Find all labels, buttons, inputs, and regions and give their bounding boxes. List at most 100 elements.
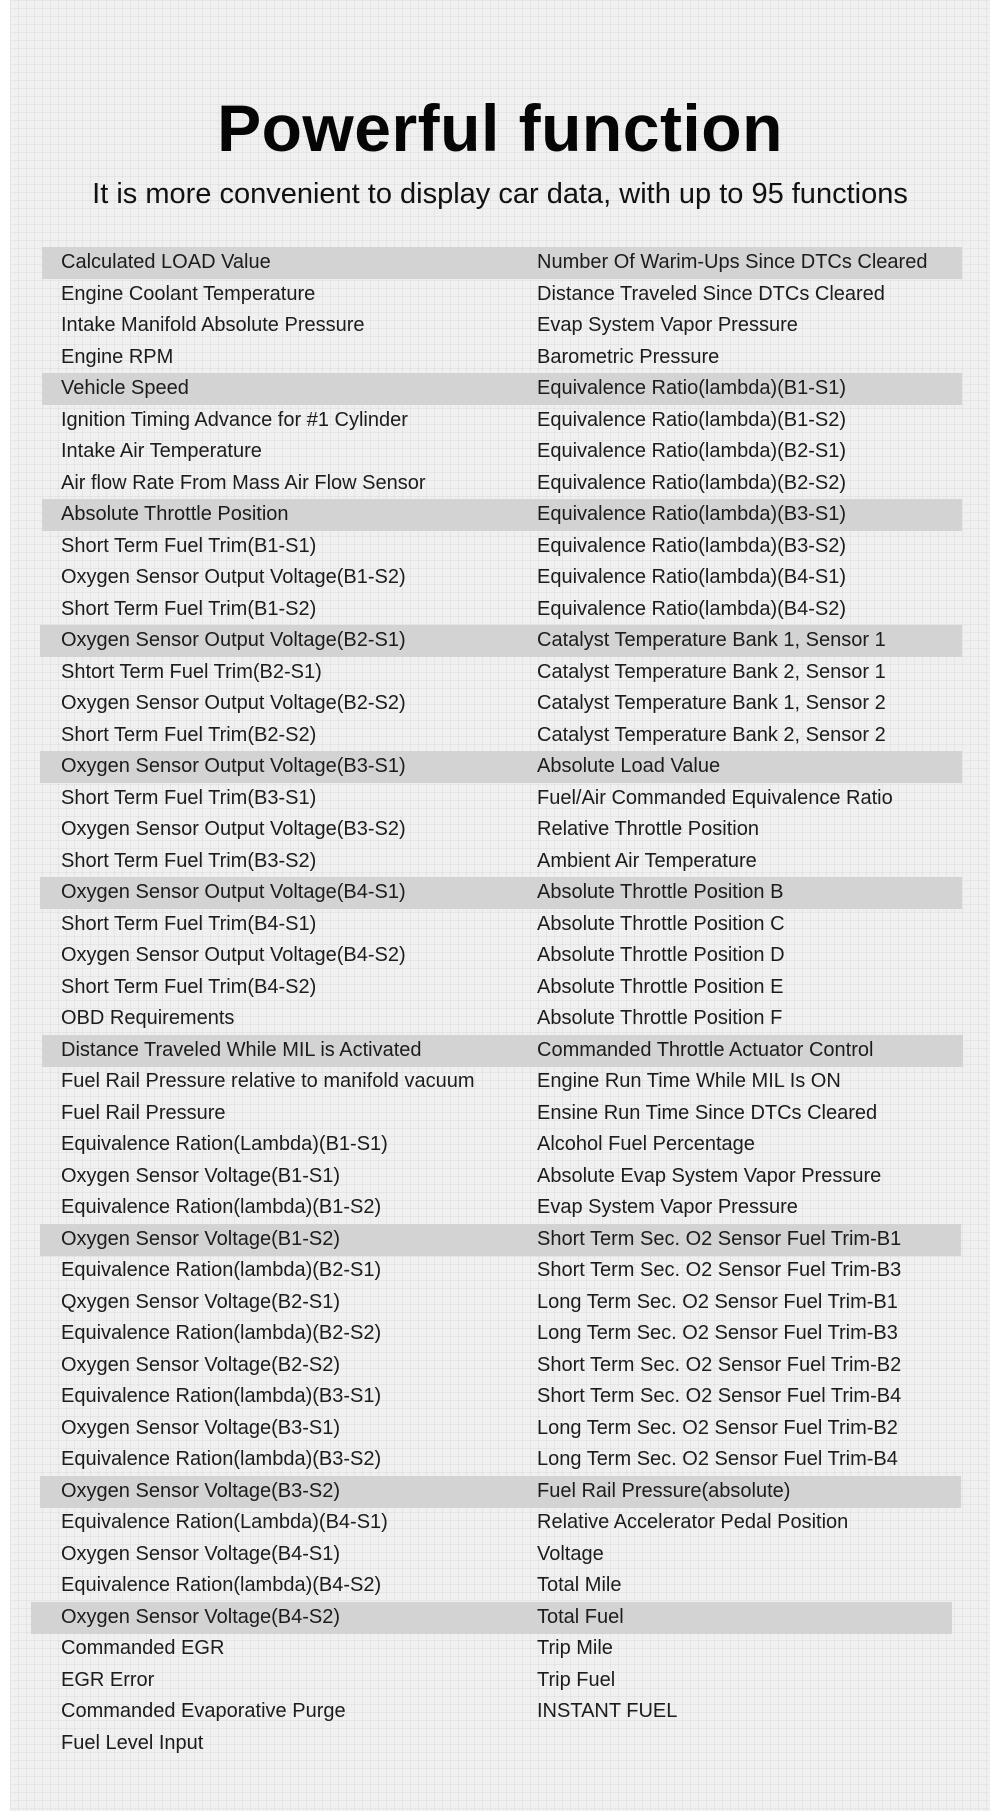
function-item-left: Equivalence Ration(lambda)(B1-S2)	[61, 1196, 382, 1218]
function-item-left: Qxygen Sensor Voltage(B2-S1)	[61, 1290, 341, 1313]
function-item-left: Oxygen Sensor Voltage(B4-S1)	[61, 1542, 341, 1565]
table-row-highlighted: Calculated LOAD Value Number Of Warim-Ups…	[0, 247, 1000, 279]
table-row-highlighted: Oxygen Sensor Voltage(B4-S2) Total Fuel	[0, 1601, 1000, 1634]
function-item-right: Absolute Throttle Position C	[537, 912, 785, 935]
table-row-highlighted: Oxygen Sensor Output Voltage(B4-S1) Absol…	[0, 877, 1000, 909]
table-row: Short Term Fuel Trim(B1-S2) Equivalence R…	[0, 594, 1000, 626]
table-row: Short Term Fuel Trim(B4-S1) Absolute Thro…	[0, 909, 1000, 941]
function-item-right: Equivalence Ratio(lambda)(B4-S2)	[537, 597, 847, 620]
function-item-left: Shtort Term Fuel Trim(B2-S1)	[61, 660, 322, 683]
table-row: Short Term Fuel Trim(B1-S1) Equivalence R…	[0, 531, 1000, 563]
function-item-right: Equivalence Ratio(lambda)(B3-S2)	[537, 534, 847, 557]
function-item-right: Short Term Sec. O2 Sensor Fuel Trim-B2	[537, 1353, 902, 1376]
function-item-left: Oxygen Sensor Voltage(B3-S2)	[61, 1479, 341, 1502]
table-row: Equivalence Ration(lambda)(B4-S2) Total M…	[0, 1570, 1000, 1602]
function-item-right: Absolute Throttle Position E	[537, 975, 784, 998]
function-item-right: Long Term Sec. O2 Sensor Fuel Trim-B2	[537, 1416, 898, 1439]
function-item-left: Oxygen Sensor Voltage(B1-S2)	[61, 1227, 341, 1250]
function-item-left: Short Term Fuel Trim(B3-S2)	[61, 849, 317, 872]
function-item-left: Calculated LOAD Value	[61, 251, 271, 273]
function-item-left: Fuel Level Input	[61, 1731, 204, 1754]
function-item-right: Engine Run Time While MIL Is ON	[537, 1070, 841, 1092]
table-row: Qxygen Sensor Voltage(B2-S1) Long Term Se…	[0, 1287, 1000, 1319]
function-item-right: Trip Fuel	[537, 1668, 616, 1691]
table-row: Short Term Fuel Trim(B2-S2) Catalyst Temp…	[0, 720, 1000, 752]
function-item-left: Equivalence Ration(lambda)(B2-S2)	[61, 1322, 382, 1344]
table-row-highlighted: Vehicle Speed Equivalence Ratio(lambda)(B…	[0, 373, 1000, 405]
function-item-right: Equivalence Ratio(lambda)(B1-S2)	[537, 408, 847, 431]
table-row: Oxygen Sensor Voltage(B1-S1) Absolute Eva…	[0, 1161, 1000, 1193]
function-item-right: Equivalence Ratio(lambda)(B2-S2)	[537, 471, 847, 494]
function-item-right: Long Term Sec. O2 Sensor Fuel Trim-B3	[537, 1322, 898, 1344]
function-item-left: Oxygen Sensor Voltage(B3-S1)	[61, 1416, 341, 1439]
function-item-right: Number Of Warim-Ups Since DTCs Cleared	[537, 251, 928, 273]
function-item-left: Oxygen Sensor Output Voltage(B2-S2)	[61, 692, 406, 714]
function-item-left: Equivalence Ration(Lambda)(B4-S1)	[61, 1511, 388, 1533]
function-list-table: Calculated LOAD Value Number Of Warim-Ups…	[0, 247, 1000, 1759]
table-row-highlighted: Absolute Throttle Position Equivalence Ra…	[0, 499, 1000, 531]
function-item-left: Short Term Fuel Trim(B2-S2)	[61, 723, 317, 746]
table-row: Fuel Rail Pressure Ensine Run Time Since …	[0, 1098, 1000, 1130]
function-item-right: Equivalence Ratio(lambda)(B3-S1)	[537, 503, 847, 525]
function-item-left: Short Term Fuel Trim(B1-S2)	[61, 597, 317, 620]
function-item-right: Absolute Evap System Vapor Pressure	[537, 1164, 882, 1187]
function-item-left: Intake Air Temperature	[61, 440, 262, 462]
table-row: Oxygen Sensor Voltage(B4-S1) Voltage	[0, 1539, 1000, 1571]
function-item-right: Total Fuel	[537, 1605, 624, 1628]
function-item-left: Short Term Fuel Trim(B3-S1)	[61, 786, 317, 809]
function-item-left: Absolute Throttle Position	[61, 503, 289, 525]
table-row: Intake Manifold Absolute Pressure Evap Sy…	[0, 310, 1000, 342]
function-item-left: Ignition Timing Advance for #1 Cylinder	[61, 408, 408, 431]
function-item-left: Air flow Rate From Mass Air Flow Sensor	[61, 471, 426, 494]
table-row: Shtort Term Fuel Trim(B2-S1) Catalyst Tem…	[0, 657, 1000, 689]
function-item-left: Equivalence Ration(lambda)(B2-S1)	[61, 1259, 382, 1281]
table-row: Oxygen Sensor Voltage(B2-S2) Short Term S…	[0, 1350, 1000, 1382]
table-row: Fuel Rail Pressure relative to manifold …	[0, 1066, 1000, 1098]
function-item-left: Oxygen Sensor Voltage(B2-S2)	[61, 1353, 341, 1376]
function-item-right: Fuel/Air Commanded Equivalence Ratio	[537, 786, 893, 809]
table-row: Air flow Rate From Mass Air Flow Sensor E…	[0, 468, 1000, 500]
function-item-right: Equivalence Ratio(lambda)(B2-S1)	[537, 440, 847, 462]
function-item-left: Short Term Fuel Trim(B4-S1)	[61, 912, 317, 935]
function-item-right: Barometric Pressure	[537, 345, 720, 368]
table-row: Short Term Fuel Trim(B4-S2) Absolute Thro…	[0, 972, 1000, 1004]
table-row: Engine RPM Barometric Pressure	[0, 342, 1000, 374]
table-row: Engine Coolant Temperature Distance Trave…	[0, 279, 1000, 311]
table-row: Oxygen Sensor Output Voltage(B3-S2) Relat…	[0, 814, 1000, 846]
function-item-left: Equivalence Ration(Lambda)(B1-S1)	[61, 1133, 388, 1155]
table-row: Oxygen Sensor Voltage(B3-S1) Long Term Se…	[0, 1413, 1000, 1445]
function-item-left: Engine RPM	[61, 345, 174, 368]
function-item-left: Distance Traveled While MIL is Activated	[61, 1038, 422, 1061]
table-row: Fuel Level Input	[0, 1728, 1000, 1760]
function-item-right: Catalyst Temperature Bank 2, Sensor 1	[537, 660, 886, 683]
function-item-left: Equivalence Ration(lambda)(B3-S2)	[61, 1448, 382, 1470]
table-row: Ignition Timing Advance for #1 Cylinder E…	[0, 405, 1000, 437]
function-item-left: Oxygen Sensor Output Voltage(B4-S2)	[61, 944, 406, 966]
function-item-right: Absolute Load Value	[537, 755, 721, 777]
page-title: Powerful function	[217, 91, 783, 165]
table-row: OBD Requirements Absolute Throttle Positi…	[0, 1003, 1000, 1035]
table-row: Equivalence Ration(lambda)(B2-S2) Long Te…	[0, 1318, 1000, 1350]
function-item-left: Oxygen Sensor Voltage(B4-S2)	[61, 1605, 341, 1628]
function-item-right: Short Term Sec. O2 Sensor Fuel Trim-B4	[537, 1385, 902, 1407]
function-item-left: Oxygen Sensor Output Voltage(B2-S1)	[61, 629, 406, 651]
function-item-right: Catalyst Temperature Bank 1, Sensor 2	[537, 692, 886, 714]
function-item-right: Short Term Sec. O2 Sensor Fuel Trim-B3	[537, 1259, 902, 1281]
page-subtitle: It is more convenient to display car dat…	[92, 178, 908, 210]
function-item-left: Short Term Fuel Trim(B1-S1)	[61, 534, 317, 557]
function-item-left: Commanded Evaporative Purge	[61, 1700, 346, 1722]
function-item-right: Relative Accelerator Pedal Position	[537, 1511, 849, 1533]
function-item-right: Evap System Vapor Pressure	[537, 314, 798, 336]
function-item-left: EGR Error	[61, 1668, 155, 1691]
function-item-left: Intake Manifold Absolute Pressure	[61, 314, 365, 336]
table-row: Equivalence Ration(lambda)(B2-S1) Short T…	[0, 1255, 1000, 1287]
function-item-right: Voltage	[537, 1542, 604, 1565]
function-item-right: Long Term Sec. O2 Sensor Fuel Trim-B1	[537, 1290, 898, 1313]
function-item-right: Equivalence Ratio(lambda)(B1-S1)	[537, 377, 847, 399]
function-item-right: Absolute Throttle Position B	[537, 881, 784, 903]
function-item-left: OBD Requirements	[61, 1007, 235, 1029]
function-item-left: Equivalence Ration(lambda)(B3-S1)	[61, 1385, 382, 1407]
function-item-right: Ambient Air Temperature	[537, 849, 757, 872]
table-row: Oxygen Sensor Output Voltage(B1-S2) Equiv…	[0, 562, 1000, 594]
table-row: Equivalence Ration(lambda)(B3-S2) Long Te…	[0, 1444, 1000, 1476]
